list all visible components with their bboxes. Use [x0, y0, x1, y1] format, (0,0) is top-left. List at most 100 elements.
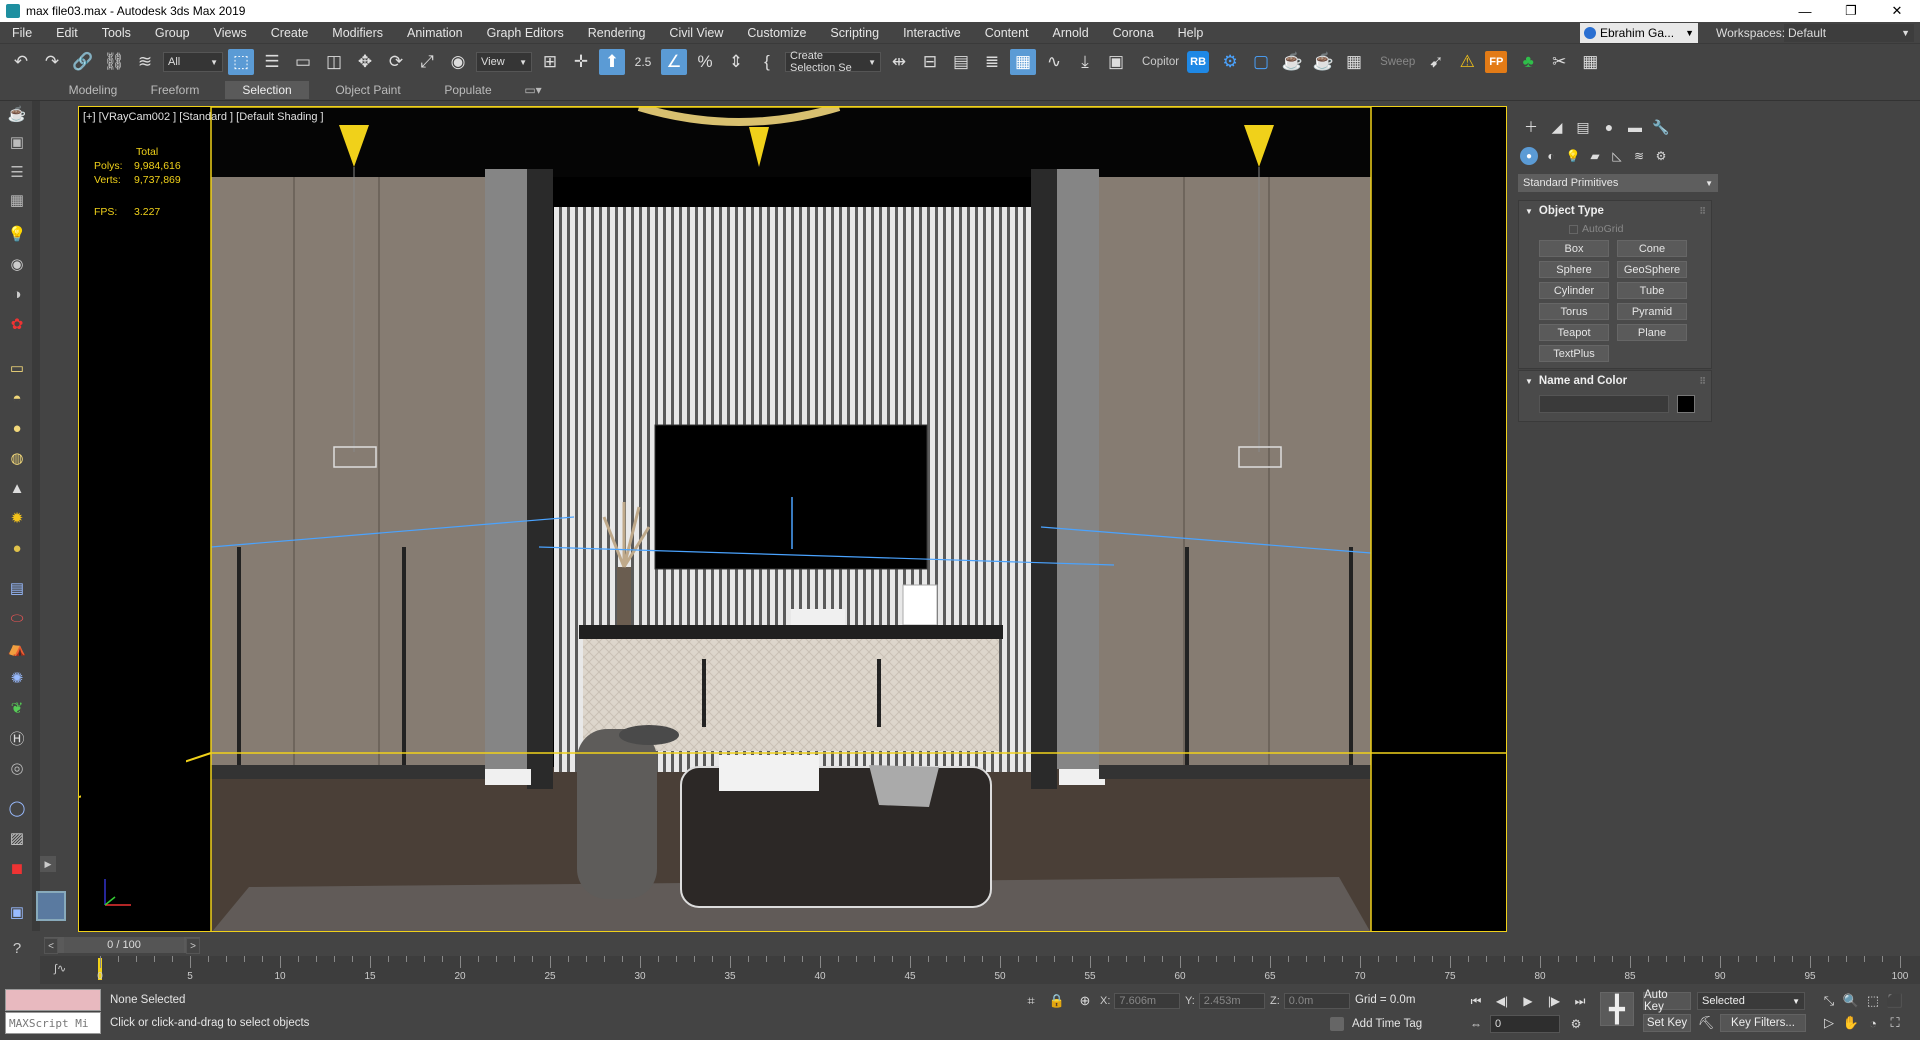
menu-rendering[interactable]: Rendering	[576, 26, 658, 40]
align-icon[interactable]: ⊟	[917, 49, 943, 75]
spinner-snap-icon[interactable]: ⇕	[723, 49, 749, 75]
list-icon[interactable]: ☰	[6, 161, 28, 183]
render-gallery-icon[interactable]: ▦	[1341, 49, 1367, 75]
render-setup-icon[interactable]: ⚙	[1217, 49, 1243, 75]
set-key-filter-icon[interactable]: ⛏	[1697, 1014, 1715, 1032]
maxscript-mini-input[interactable]: MAXScript Mi	[5, 1012, 101, 1034]
ribbon-toggle-icon[interactable]: ▦	[1010, 49, 1036, 75]
time-slider-track[interactable]: < 0 / 100 >	[44, 937, 200, 954]
pan-icon[interactable]: ✋	[1842, 1014, 1860, 1032]
sun-icon[interactable]: ✹	[6, 507, 28, 529]
track-bar[interactable]: ∫∿ 0 5 10 15 20 25 30 35 40 45 50 55 60 65 70 75 80 85 90 9…	[40, 956, 1920, 984]
scatter-icon[interactable]: ▤	[6, 577, 28, 599]
material-icon[interactable]: ◼	[6, 857, 28, 879]
select-by-name-icon[interactable]: ☰	[259, 49, 285, 75]
maximize-viewport-icon[interactable]: ⛶	[1886, 1014, 1904, 1032]
rendered-frame-window-icon[interactable]: ▢	[1248, 49, 1274, 75]
move-icon[interactable]: ✥	[352, 49, 378, 75]
menu-create[interactable]: Create	[259, 26, 321, 40]
camera-icon[interactable]: ◉	[6, 253, 28, 275]
material-editor-icon[interactable]: ▣	[1103, 49, 1129, 75]
go-to-end-icon[interactable]: ⏭	[1570, 992, 1590, 1010]
previous-key-icon[interactable]: ◀|	[1492, 992, 1512, 1010]
next-key-icon[interactable]: |▶	[1544, 992, 1564, 1010]
x-field[interactable]: 7.606m	[1114, 993, 1181, 1009]
teapot-button[interactable]: Teapot	[1539, 324, 1609, 341]
close-button[interactable]: ✕	[1874, 0, 1920, 22]
percent-snap-icon[interactable]: %	[692, 49, 718, 75]
save-icon[interactable]: ▣	[6, 901, 28, 923]
tab-populate[interactable]: Populate	[430, 81, 506, 99]
pyramid-button[interactable]: Pyramid	[1617, 303, 1687, 320]
angle-snap-icon[interactable]: ∠	[661, 49, 687, 75]
object-name-field[interactable]	[1539, 395, 1669, 413]
orbit-icon[interactable]: ◔	[1864, 1014, 1882, 1032]
warning-icon[interactable]: ⚠	[1454, 49, 1480, 75]
play-icon[interactable]: ▶	[1518, 992, 1538, 1010]
viewport[interactable]: [+] [VRayCam002 ] [Standard ] [Default S…	[78, 106, 1507, 932]
grid-icon[interactable]: ▦	[6, 189, 28, 211]
absolute-mode-icon[interactable]: ⊕	[1076, 992, 1094, 1010]
lights-icon[interactable]: 💡	[1562, 146, 1584, 166]
fur-icon[interactable]: ✺	[6, 667, 28, 689]
space-warps-icon[interactable]: ≋	[1628, 146, 1650, 166]
fp-plugin-button[interactable]: FP	[1485, 51, 1508, 73]
menu-arnold[interactable]: Arnold	[1041, 26, 1101, 40]
zoom-extents-all-icon[interactable]: ⬛	[1886, 992, 1904, 1010]
textplus-button[interactable]: TextPlus	[1539, 345, 1609, 362]
scale-icon[interactable]: ⤢	[414, 49, 440, 75]
globe-icon[interactable]: ◯	[6, 797, 28, 819]
key-mode-dropdown[interactable]: Selected ▼	[1697, 992, 1805, 1010]
shapes-icon[interactable]: ◐	[1540, 146, 1562, 166]
menu-edit[interactable]: Edit	[44, 26, 90, 40]
grass-icon[interactable]: ❦	[6, 697, 28, 719]
object-type-header[interactable]: ▼ Object Type ⠿	[1519, 201, 1711, 221]
helper-icon[interactable]: ◑	[6, 283, 28, 305]
rectangular-selection-icon[interactable]: ▭	[290, 49, 316, 75]
tab-freeform[interactable]: Freeform	[140, 81, 210, 99]
user-account-dropdown[interactable]: Ebrahim Ga... ▼	[1580, 23, 1698, 43]
menu-group[interactable]: Group	[143, 26, 202, 40]
geometry-icon[interactable]: ●	[1520, 147, 1538, 165]
current-frame-field[interactable]: 0	[1490, 1015, 1560, 1033]
key-mode-toggle-icon[interactable]: ⇔	[1466, 1015, 1486, 1033]
ribbon-options-icon[interactable]: ▭▾	[520, 81, 546, 99]
help-icon[interactable]: ?	[6, 937, 28, 959]
menu-file[interactable]: File	[0, 26, 44, 40]
capsule-icon[interactable]: ⬭	[6, 607, 28, 629]
time-slider-value[interactable]: 0 / 100	[64, 937, 184, 953]
spot-light-icon[interactable]: ▲	[6, 477, 28, 499]
field-of-view-icon[interactable]: ▷	[1820, 1014, 1838, 1032]
tools-icon[interactable]: ✂	[1546, 49, 1572, 75]
workspace-dropdown[interactable]: Default ▼	[1784, 24, 1914, 42]
light-bulb-icon[interactable]: 💡	[6, 223, 28, 245]
ambient-light-icon[interactable]: ●	[6, 537, 28, 559]
copitor-label[interactable]: Copitor	[1142, 56, 1179, 68]
zoom-icon[interactable]: ⤡	[1820, 992, 1838, 1010]
add-time-tag[interactable]: Add Time Tag	[1330, 1017, 1422, 1031]
edit-named-selection-icon[interactable]: {	[754, 49, 780, 75]
selection-filter-dropdown[interactable]: All ▼	[163, 52, 223, 72]
viewport-label[interactable]: [+] [VRayCam002 ] [Standard ] [Default S…	[83, 111, 324, 123]
systems-icon[interactable]: ⚙	[1650, 146, 1672, 166]
table-icon[interactable]: ▦	[1577, 49, 1603, 75]
auto-key-button[interactable]: Auto Key	[1643, 989, 1691, 1013]
unlink-icon[interactable]: ⛓	[101, 49, 127, 75]
menu-interactive[interactable]: Interactive	[891, 26, 973, 40]
menu-content[interactable]: Content	[973, 26, 1041, 40]
decal-icon[interactable]: ◎	[6, 757, 28, 779]
name-and-color-header[interactable]: ▼ Name and Color ⠿	[1519, 371, 1711, 391]
dome-light-icon[interactable]: ◓	[6, 387, 28, 409]
render-iterative-icon[interactable]: ☕	[1310, 49, 1336, 75]
window-crossing-icon[interactable]: ◫	[321, 49, 347, 75]
menu-animation[interactable]: Animation	[395, 26, 475, 40]
key-filters-button[interactable]: Key Filters...	[1720, 1014, 1806, 1032]
set-key-button[interactable]: Set Key	[1643, 1014, 1691, 1032]
menu-scripting[interactable]: Scripting	[818, 26, 891, 40]
curve-editor-icon[interactable]: ∿	[1041, 49, 1067, 75]
scene-explorer-icon[interactable]: ▤	[948, 49, 974, 75]
cone-button[interactable]: Cone	[1617, 240, 1687, 257]
previous-frame-icon[interactable]: <	[44, 938, 58, 954]
minimize-button[interactable]: —	[1782, 0, 1828, 22]
bind-space-warp-icon[interactable]: ≋	[132, 49, 158, 75]
